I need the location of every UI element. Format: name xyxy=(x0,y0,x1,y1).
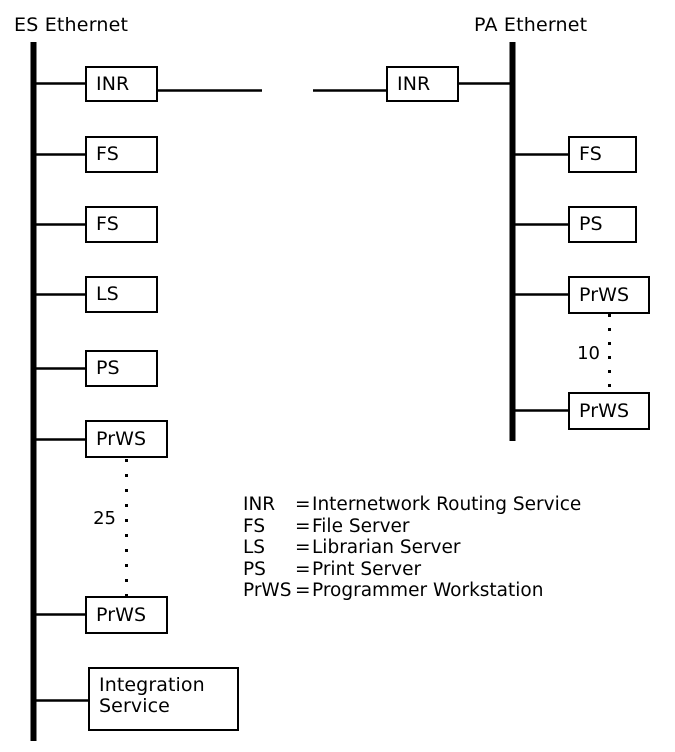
legend-abbr-ls: LS xyxy=(243,537,266,558)
pa-node-fs-label: FS xyxy=(579,143,602,166)
pa-repeat-count: 10 xyxy=(577,343,600,364)
legend: INR =Internetwork Routing Service FS =File… xyxy=(243,494,581,602)
pa-node-prws-first-label: PrWS xyxy=(579,283,630,306)
legend-meaning-ls: Librarian Server xyxy=(312,537,461,558)
pa-node-ps[interactable]: PS xyxy=(568,206,637,243)
pa-node-inr-label: INR xyxy=(397,72,431,95)
es-node-ps-label: PS xyxy=(96,357,120,380)
legend-row-ls: LS =Librarian Server xyxy=(243,537,581,559)
legend-row-ps: PS =Print Server xyxy=(243,559,581,581)
legend-eq-fs: = xyxy=(295,515,311,537)
legend-abbr-ps: PS xyxy=(243,558,266,580)
network-diagram: ES Ethernet PA Ethernet INR FS FS LS PS … xyxy=(0,0,675,752)
es-node-ps[interactable]: PS xyxy=(85,350,158,387)
legend-meaning-ps: Print Server xyxy=(312,558,422,580)
legend-abbr-prws: PrWS xyxy=(243,580,292,601)
es-node-prws-first[interactable]: PrWS xyxy=(85,420,168,458)
pa-node-fs[interactable]: FS xyxy=(568,136,637,173)
es-node-integration-service-label: Integration Service xyxy=(99,674,205,717)
legend-eq-ls: = xyxy=(295,537,311,558)
legend-row-prws: PrWS =Programmer Workstation xyxy=(243,580,581,602)
legend-eq-ps: = xyxy=(295,558,311,580)
legend-eq-inr: = xyxy=(295,494,311,515)
es-node-inr-label: INR xyxy=(96,72,130,95)
pa-node-prws-first[interactable]: PrWS xyxy=(568,276,650,314)
legend-meaning-prws: Programmer Workstation xyxy=(312,580,544,601)
es-node-fs-1[interactable]: FS xyxy=(85,136,158,173)
es-node-integration-service[interactable]: Integration Service xyxy=(88,667,239,731)
pa-node-prws-last-label: PrWS xyxy=(579,399,630,422)
legend-meaning-inr: Internetwork Routing Service xyxy=(312,494,582,515)
legend-meaning-fs: File Server xyxy=(312,515,410,537)
es-node-prws-last[interactable]: PrWS xyxy=(85,596,168,634)
pa-node-inr[interactable]: INR xyxy=(386,66,459,102)
pa-node-prws-last[interactable]: PrWS xyxy=(568,392,650,430)
legend-row-fs: FS =File Server xyxy=(243,516,581,538)
pa-ethernet-title: PA Ethernet xyxy=(474,14,588,36)
es-repeat-count: 25 xyxy=(93,508,116,529)
legend-abbr-fs: FS xyxy=(243,515,266,537)
es-node-ls[interactable]: LS xyxy=(85,276,158,313)
es-ethernet-title: ES Ethernet xyxy=(14,14,129,36)
es-node-fs-2[interactable]: FS xyxy=(85,206,158,243)
pa-node-ps-label: PS xyxy=(579,213,603,236)
es-node-prws-first-label: PrWS xyxy=(96,427,147,450)
es-node-inr[interactable]: INR xyxy=(85,66,158,102)
es-node-fs-1-label: FS xyxy=(96,143,119,166)
es-node-ls-label: LS xyxy=(96,283,119,306)
legend-abbr-inr: INR xyxy=(243,494,276,515)
legend-row-inr: INR =Internetwork Routing Service xyxy=(243,494,581,516)
legend-eq-prws: = xyxy=(295,580,311,601)
es-node-prws-last-label: PrWS xyxy=(96,603,147,626)
es-node-fs-2-label: FS xyxy=(96,213,119,236)
